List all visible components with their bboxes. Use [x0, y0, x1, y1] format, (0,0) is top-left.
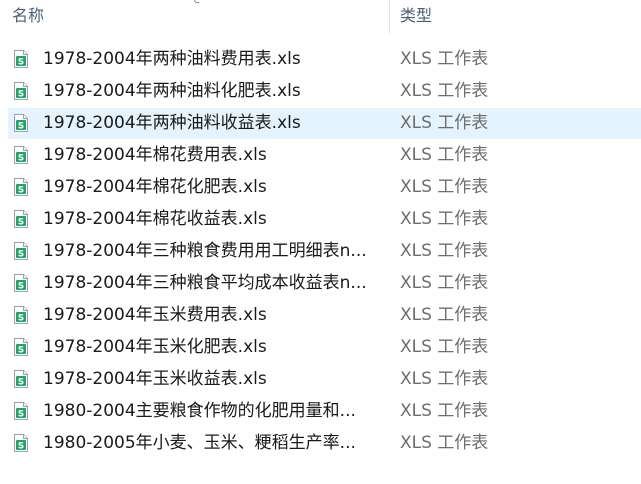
svg-text:S: S [18, 185, 24, 195]
file-type: XLS 工作表 [400, 433, 489, 453]
file-name[interactable]: 1980-2005年小麦、玉米、粳稻生产率... [43, 428, 388, 459]
excel-file-icon: S [14, 274, 28, 292]
sort-indicator-icon [194, 0, 199, 3]
svg-text:S: S [18, 345, 24, 355]
file-name[interactable]: 1978-2004年玉米化肥表.xls [43, 332, 388, 363]
svg-text:S: S [18, 153, 24, 163]
column-header-bar: 名称 类型 [0, 0, 641, 34]
svg-text:S: S [18, 409, 24, 419]
svg-text:S: S [18, 57, 24, 67]
excel-file-icon: S [14, 114, 28, 132]
excel-file-icon: S [14, 434, 28, 452]
svg-text:S: S [18, 441, 24, 451]
svg-text:S: S [18, 281, 24, 291]
file-name[interactable]: 1978-2004年两种油料收益表.xls [43, 108, 388, 139]
name-column-header[interactable]: 名称 [12, 4, 386, 30]
excel-file-icon: S [14, 338, 28, 356]
file-name[interactable]: 1980-2004主要粮食作物的化肥用量和... [43, 396, 388, 427]
file-row[interactable]: S 1978-2004年两种油料化肥表.xls XLS 工作表 [8, 76, 641, 107]
file-type: XLS 工作表 [400, 81, 489, 101]
excel-file-icon: S [14, 210, 28, 228]
svg-text:S: S [18, 217, 24, 227]
file-name[interactable]: 1978-2004年两种油料费用表.xls [43, 44, 388, 75]
file-type: XLS 工作表 [400, 49, 489, 69]
file-type: XLS 工作表 [400, 305, 489, 325]
file-row[interactable]: S 1978-2004年两种油料收益表.xls XLS 工作表 [8, 108, 641, 139]
file-type: XLS 工作表 [400, 113, 489, 133]
file-row[interactable]: S 1978-2004年三种粮食平均成本收益表n... XLS 工作表 [8, 268, 641, 299]
file-name[interactable]: 1978-2004年棉花费用表.xls [43, 140, 388, 171]
file-name[interactable]: 1978-2004年棉花收益表.xls [43, 204, 388, 235]
file-type: XLS 工作表 [400, 369, 489, 389]
file-row[interactable]: S 1980-2004主要粮食作物的化肥用量和... XLS 工作表 [8, 396, 641, 427]
excel-file-icon: S [14, 146, 28, 164]
file-row[interactable]: S 1978-2004年棉花化肥表.xls XLS 工作表 [8, 172, 641, 203]
excel-file-icon: S [14, 50, 28, 68]
svg-text:S: S [18, 89, 24, 99]
file-row[interactable]: S 1978-2004年玉米费用表.xls XLS 工作表 [8, 300, 641, 331]
excel-file-icon: S [14, 402, 28, 420]
file-row[interactable]: S 1978-2004年棉花费用表.xls XLS 工作表 [8, 140, 641, 171]
excel-file-icon: S [14, 178, 28, 196]
file-type: XLS 工作表 [400, 401, 489, 421]
file-name[interactable]: 1978-2004年三种粮食平均成本收益表n... [43, 268, 388, 299]
file-row[interactable]: S 1978-2004年玉米化肥表.xls XLS 工作表 [8, 332, 641, 363]
file-row[interactable]: S 1978-2004年棉花收益表.xls XLS 工作表 [8, 204, 641, 235]
file-type: XLS 工作表 [400, 273, 489, 293]
svg-text:S: S [18, 377, 24, 387]
excel-file-icon: S [14, 306, 28, 324]
file-type: XLS 工作表 [400, 241, 489, 261]
file-name[interactable]: 1978-2004年棉花化肥表.xls [43, 172, 388, 203]
file-name[interactable]: 1978-2004年两种油料化肥表.xls [43, 76, 388, 107]
file-name[interactable]: 1978-2004年玉米收益表.xls [43, 364, 388, 395]
svg-text:S: S [18, 313, 24, 323]
file-name[interactable]: 1978-2004年玉米费用表.xls [43, 300, 388, 331]
type-column-header[interactable]: 类型 [400, 4, 636, 30]
file-type: XLS 工作表 [400, 177, 489, 197]
excel-file-icon: S [14, 370, 28, 388]
column-divider[interactable] [389, 0, 390, 34]
file-row[interactable]: S 1980-2005年小麦、玉米、粳稻生产率... XLS 工作表 [8, 428, 641, 459]
file-row[interactable]: S 1978-2004年两种油料费用表.xls XLS 工作表 [8, 44, 641, 75]
file-type: XLS 工作表 [400, 209, 489, 229]
svg-text:S: S [18, 249, 24, 259]
file-name[interactable]: 1978-2004年三种粮食费用用工明细表n... [43, 236, 388, 267]
file-row[interactable]: S 1978-2004年玉米收益表.xls XLS 工作表 [8, 364, 641, 395]
file-row[interactable]: S 1978-2004年三种粮食费用用工明细表n... XLS 工作表 [8, 236, 641, 267]
excel-file-icon: S [14, 82, 28, 100]
file-type: XLS 工作表 [400, 145, 489, 165]
file-type: XLS 工作表 [400, 337, 489, 357]
svg-text:S: S [18, 121, 24, 131]
excel-file-icon: S [14, 242, 28, 260]
